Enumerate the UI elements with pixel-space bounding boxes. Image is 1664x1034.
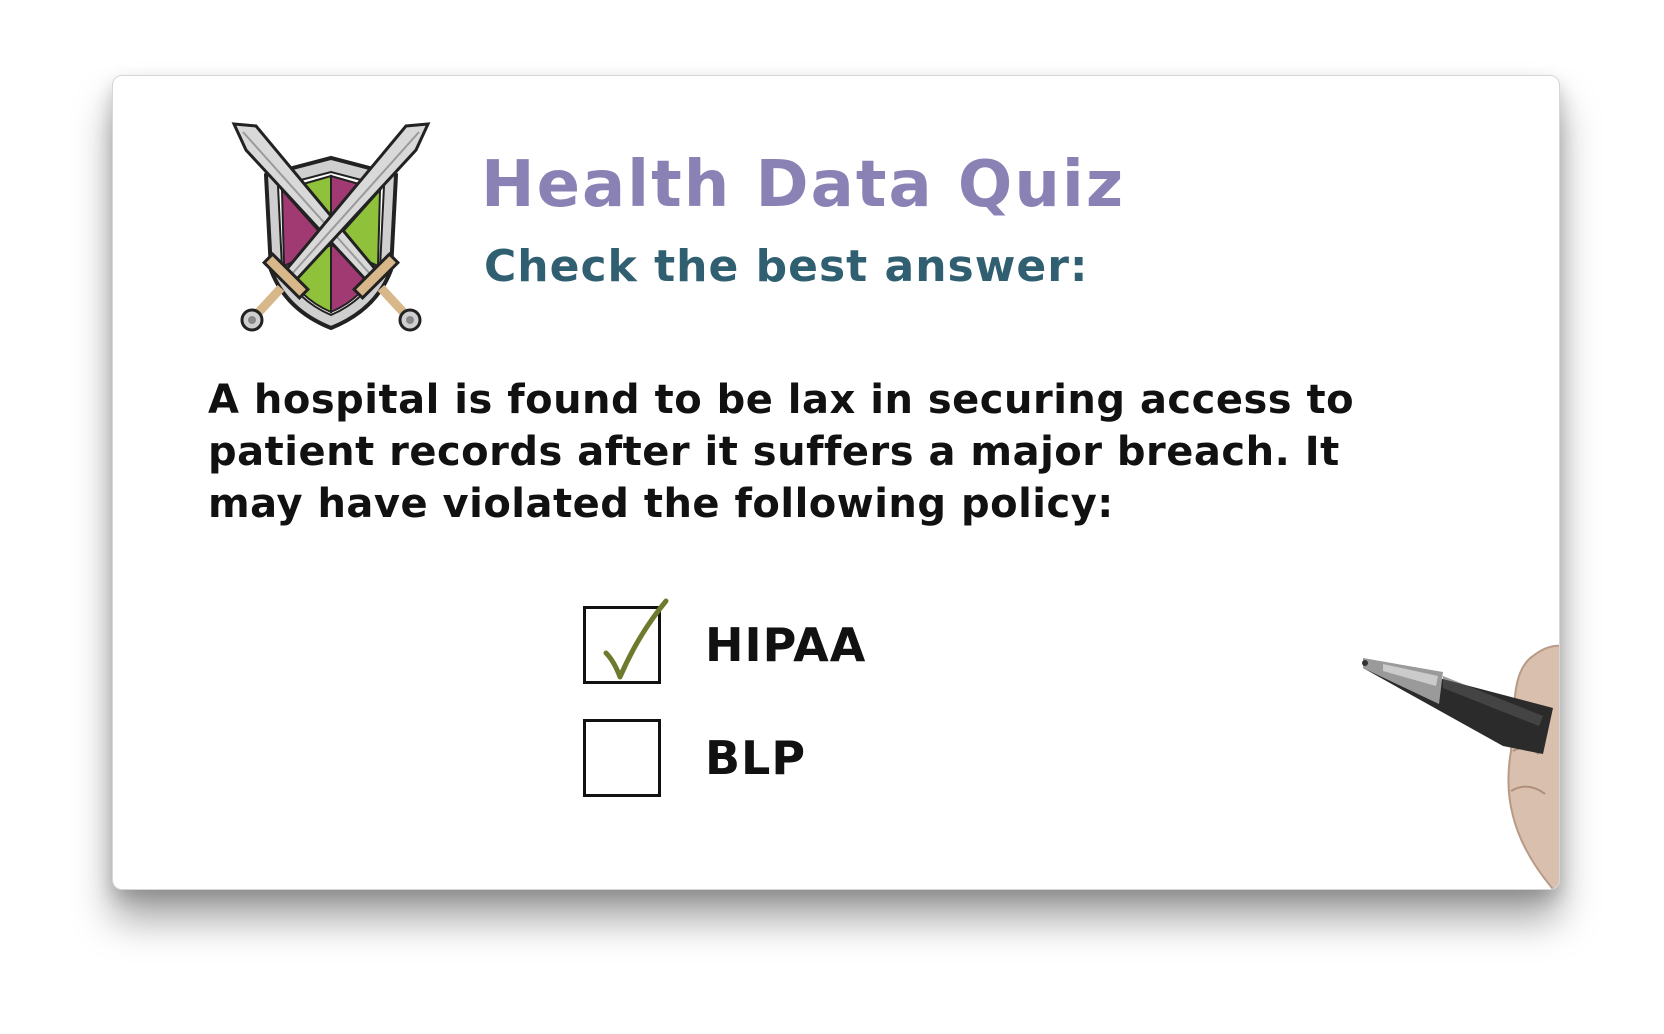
pen-hand-icon <box>1362 644 1559 889</box>
option-label-blp: BLP <box>705 731 807 785</box>
question-text: A hospital is found to be lax in securin… <box>208 377 1355 527</box>
answer-option-blp[interactable]: BLP <box>583 719 806 797</box>
checkbox-hipaa[interactable] <box>583 598 669 684</box>
answer-option-hipaa[interactable]: HIPAA <box>583 598 867 684</box>
video-frame: Health Data Quiz Check the best answer: … <box>112 75 1560 890</box>
checkbox-blp[interactable] <box>583 719 661 797</box>
quiz-subtitle: Check the best answer: <box>484 241 1089 292</box>
crossed-swords-shield-icon <box>231 122 431 332</box>
checkmark-icon <box>603 598 669 680</box>
quiz-title: Health Data Quiz <box>481 148 1126 222</box>
option-label-hipaa: HIPAA <box>705 618 867 672</box>
